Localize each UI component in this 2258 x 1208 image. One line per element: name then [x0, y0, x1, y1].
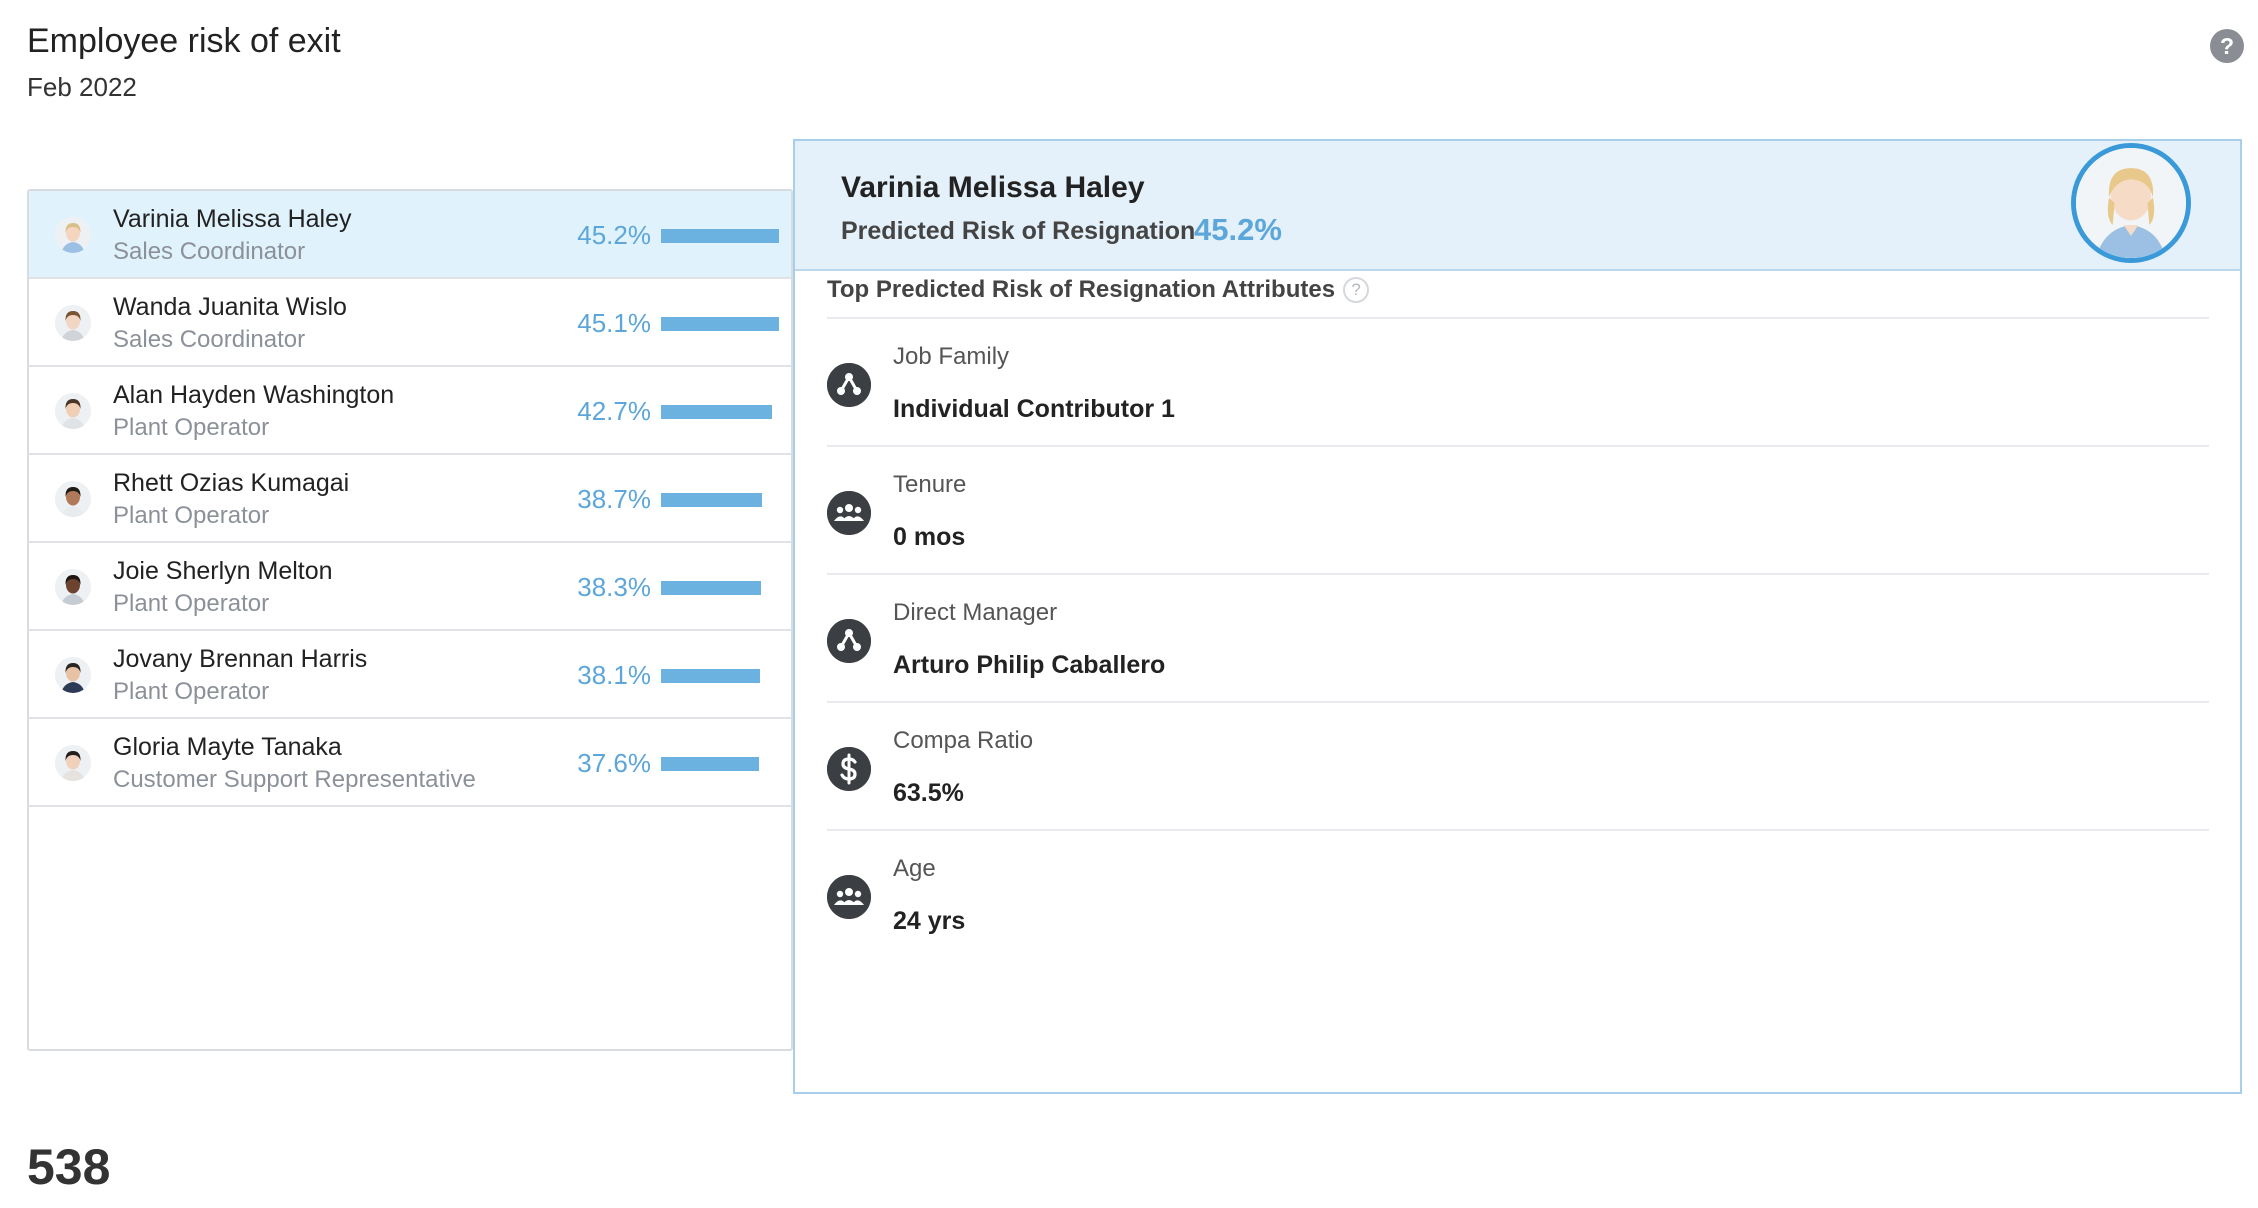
employee-job-title: Plant Operator [113, 502, 270, 529]
employee-row[interactable]: Rhett Ozias Kumagai Plant Operator 38.7% [29, 455, 791, 543]
risk-bar [661, 669, 760, 683]
group-icon [827, 491, 871, 535]
attribute-label: Job Family [893, 343, 1010, 370]
employee-name: Alan Hayden Washington [113, 381, 395, 409]
risk-percent: 38.1% [577, 660, 651, 690]
employee-name: Varinia Melissa Haley [113, 205, 352, 233]
attributes-heading: Top Predicted Risk of Resignation Attrib… [827, 276, 1370, 304]
risk-bar [661, 581, 761, 595]
employee-job-title: Sales Coordinator [113, 238, 306, 265]
employee-row[interactable]: Jovany Brennan Harris Plant Operator 38.1% [29, 631, 791, 719]
org-chart-icon [827, 619, 871, 663]
employee-avatar [55, 305, 91, 341]
attributes-heading-text: Top Predicted Risk of Resignation Attrib… [827, 276, 1336, 303]
employee-row[interactable]: Gloria Mayte Tanaka Customer Support Repr… [29, 719, 791, 807]
risk-percent: 45.2% [577, 220, 651, 250]
risk-bar [661, 405, 772, 419]
page-title: Employee risk of exit [27, 22, 341, 60]
employee-avatar [55, 657, 91, 693]
employee-avatar [55, 745, 91, 781]
employee-job-title: Sales Coordinator [113, 326, 306, 353]
risk-percent: 42.7% [577, 396, 651, 426]
detail-header: Varinia Melissa Haley Predicted Risk of … [795, 141, 2240, 271]
employee-row[interactable]: Joie Sherlyn Melton Plant Operator 38.3% [29, 543, 791, 631]
attribute-label: Age [893, 855, 936, 882]
attribute-value: 24 yrs [893, 907, 966, 935]
attribute-row: Job Family Individual Contributor 1 [827, 319, 2209, 447]
attribute-row: Tenure 0 mos [827, 447, 2209, 575]
risk-percent: 38.3% [577, 572, 651, 602]
total-count: 538 [27, 1139, 111, 1195]
risk-bar [661, 493, 762, 507]
detail-risk-value: 45.2% [1194, 212, 1282, 247]
employee-avatar [55, 569, 91, 605]
employee-name: Jovany Brennan Harris [113, 645, 368, 673]
attribute-list: Job Family Individual Contributor 1 Tenure… [827, 317, 2209, 959]
employee-avatar [55, 393, 91, 429]
employee-name: Rhett Ozias Kumagai [113, 469, 350, 497]
attribute-label: Tenure [893, 471, 967, 498]
risk-percent: 38.7% [577, 484, 651, 514]
attribute-label: Compa Ratio [893, 727, 1034, 754]
period-label: Feb 2022 [27, 72, 137, 102]
employee-job-title: Plant Operator [113, 590, 270, 617]
detail-risk-label: Predicted Risk of Resignation [841, 217, 1196, 245]
attribute-row: Direct Manager Arturo Philip Caballero [827, 575, 2209, 703]
help-glyph: ? [2219, 32, 2235, 59]
dollar-icon [827, 747, 871, 791]
employee-row[interactable]: Wanda Juanita Wislo Sales Coordinator 45.1… [29, 279, 791, 367]
employee-row[interactable]: Varinia Melissa Haley Sales Coordinator 45… [29, 191, 791, 279]
risk-bar [661, 757, 759, 771]
help-icon[interactable]: ? [2210, 29, 2244, 63]
employee-avatar [55, 481, 91, 517]
group-icon [827, 875, 871, 919]
risk-bar [661, 317, 779, 331]
employee-detail-panel: Varinia Melissa Haley Predicted Risk of … [793, 139, 2242, 1094]
employee-job-title: Plant Operator [113, 678, 270, 705]
detail-employee-name: Varinia Melissa Haley [841, 171, 1145, 204]
employee-avatar [55, 217, 91, 253]
attribute-value: 63.5% [893, 779, 964, 807]
employee-list: Varinia Melissa Haley Sales Coordinator 45… [27, 189, 793, 1051]
risk-percent: 37.6% [577, 748, 651, 778]
risk-bar [661, 229, 779, 243]
employee-row[interactable]: Alan Hayden Washington Plant Operator 42.7… [29, 367, 791, 455]
attribute-row: Compa Ratio 63.5% [827, 703, 2209, 831]
employee-name: Wanda Juanita Wislo [113, 293, 347, 321]
employee-name: Gloria Mayte Tanaka [113, 733, 342, 761]
attribute-value: Individual Contributor 1 [893, 395, 1175, 423]
attribute-row: Age 24 yrs [827, 831, 2209, 959]
risk-percent: 45.1% [577, 308, 651, 338]
org-chart-icon [827, 363, 871, 407]
attribute-label: Direct Manager [893, 599, 1058, 626]
employee-name: Joie Sherlyn Melton [113, 557, 333, 585]
employee-job-title: Customer Support Representative [113, 766, 476, 793]
attributes-help-icon[interactable]: ? [1343, 277, 1370, 303]
detail-avatar [2071, 143, 2191, 263]
attribute-value: 0 mos [893, 523, 966, 551]
attribute-value: Arturo Philip Caballero [893, 651, 1166, 679]
employee-job-title: Plant Operator [113, 414, 270, 441]
